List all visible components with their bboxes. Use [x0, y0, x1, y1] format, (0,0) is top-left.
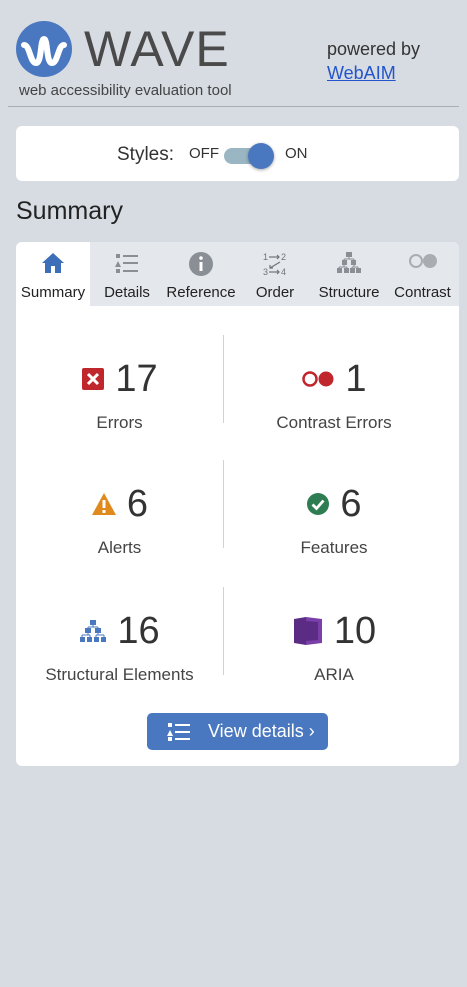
- styles-off-label: OFF: [189, 145, 219, 162]
- wave-panel: WAVE web accessibility evaluation tool p…: [0, 0, 467, 987]
- aria-icon: [293, 617, 322, 645]
- home-icon: [42, 253, 64, 273]
- details-list-icon: [115, 254, 138, 273]
- structure-icon: [337, 252, 361, 273]
- details-list-icon: [167, 723, 190, 741]
- tab-bar: Summary Details Reference 1 2 3 4 Order …: [16, 242, 459, 306]
- tab-label: Details: [104, 284, 150, 301]
- stat-aria[interactable]: 10 ARIA: [224, 587, 444, 687]
- stat-label: Errors: [96, 413, 143, 432]
- stat-value: 6: [340, 483, 362, 525]
- summary-panel: Summary Details Reference 1 2 3 4 Order …: [16, 242, 459, 766]
- contrast-icon: [408, 254, 437, 268]
- tagline: web accessibility evaluation tool: [19, 82, 232, 99]
- stat-label: Alerts: [97, 538, 142, 557]
- powered-by-text: powered by: [327, 39, 421, 59]
- toggle-knob: [248, 143, 274, 169]
- stat-value: 1: [345, 358, 367, 400]
- tab-summary[interactable]: Summary: [16, 242, 90, 306]
- error-icon: [82, 368, 105, 390]
- tab-reference[interactable]: Reference: [164, 242, 238, 306]
- webaim-link[interactable]: WebAIM: [327, 63, 396, 84]
- view-details-button[interactable]: View details ›: [147, 713, 328, 750]
- stat-label: Features: [300, 538, 368, 557]
- wave-logo-icon: [16, 21, 72, 77]
- stat-value: 17: [115, 358, 158, 400]
- contrast-error-icon: [302, 371, 334, 387]
- header: WAVE web accessibility evaluation tool p…: [0, 0, 467, 108]
- view-details-label: View details ›: [208, 721, 315, 741]
- structural-icon: [80, 620, 107, 642]
- stat-value: 10: [333, 610, 377, 652]
- stat-label: Contrast Errors: [276, 413, 392, 432]
- styles-on-label: ON: [285, 145, 308, 162]
- stat-contrast-errors[interactable]: 1 Contrast Errors: [224, 335, 444, 435]
- svg-text:4: 4: [281, 267, 286, 277]
- svg-text:1: 1: [263, 252, 268, 262]
- svg-text:3: 3: [263, 267, 268, 277]
- tab-structure[interactable]: Structure: [312, 242, 386, 306]
- tab-order[interactable]: 1 2 3 4 Order: [238, 242, 312, 306]
- alert-icon: [91, 493, 116, 515]
- tab-label: Order: [255, 284, 295, 301]
- styles-label: Styles:: [117, 144, 175, 165]
- tab-label: Contrast: [394, 284, 451, 301]
- tab-details[interactable]: Details: [90, 242, 164, 306]
- stat-value: 6: [126, 483, 149, 525]
- section-title: Summary: [16, 197, 123, 225]
- svg-text:2: 2: [281, 252, 286, 262]
- order-icon: 1 2 3 4: [263, 252, 286, 277]
- tab-contrast[interactable]: Contrast: [386, 242, 459, 306]
- stat-alerts[interactable]: 6 Alerts: [16, 460, 223, 560]
- tab-label: Summary: [20, 284, 86, 301]
- tab-label: Structure: [318, 284, 380, 301]
- stat-label: Structural Elements: [45, 665, 194, 684]
- stat-structural-elements[interactable]: 16 Structural Elements: [16, 587, 223, 687]
- tab-label: Reference: [166, 284, 236, 301]
- feature-icon: [307, 493, 330, 515]
- header-divider: [8, 106, 459, 107]
- app-name: WAVE: [84, 21, 230, 77]
- stat-label: ARIA: [314, 665, 354, 684]
- styles-toggle-switch[interactable]: [224, 143, 276, 169]
- summary-stats-grid: 17 Errors 1 Contrast Errors 6 Alerts 6 F…: [16, 306, 459, 706]
- info-icon: [189, 252, 213, 276]
- stat-value: 16: [117, 610, 160, 652]
- stat-features[interactable]: 6 Features: [224, 460, 444, 560]
- styles-toggle-card: Styles: OFF ON: [16, 126, 459, 181]
- stat-errors[interactable]: 17 Errors: [16, 335, 223, 435]
